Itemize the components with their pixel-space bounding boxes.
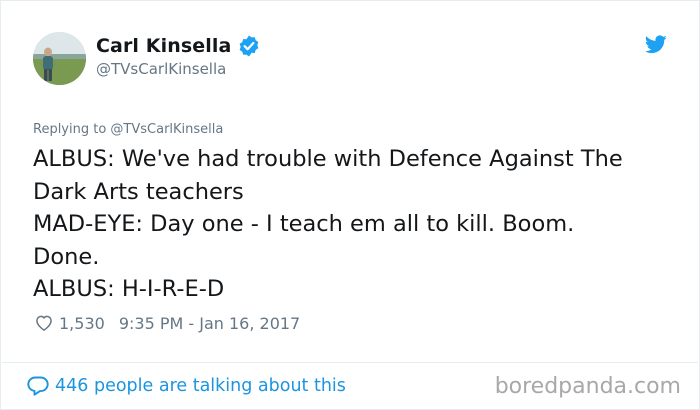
avatar[interactable] [33, 32, 86, 85]
conversation-link[interactable]: 446 people are talking about this [26, 374, 346, 398]
tweet-line: MAD-EYE: Day one - I teach em all to kil… [33, 211, 575, 237]
tweet-line: Dark Arts teachers [33, 178, 244, 205]
author-name-row: Carl Kinsella [96, 34, 261, 58]
author-handle[interactable]: @TVsCarlKinsella [96, 60, 261, 78]
tweet-card: Carl Kinsella @TVsCarlKinsella Replying … [0, 0, 700, 410]
conversation-link-label[interactable]: 446 people are talking about this [55, 376, 346, 396]
replying-to[interactable]: Replying to @TVsCarlKinsella [33, 122, 223, 137]
like-count[interactable]: 1,530 [59, 314, 105, 333]
author-display-name[interactable]: Carl Kinsella [96, 35, 231, 57]
heart-icon[interactable] [34, 313, 54, 333]
speech-bubble-icon [27, 376, 49, 396]
avatar-photo [33, 32, 86, 85]
divider [2, 362, 698, 363]
verified-badge-icon [239, 35, 259, 57]
tweet-line: Done. [33, 243, 100, 270]
author-info: Carl Kinsella @TVsCarlKinsella [96, 34, 261, 78]
tweet-meta: 1,530 9:35 PM - Jan 16, 2017 [34, 313, 300, 333]
tweet-line: ALBUS: We've had trouble with Defence Ag… [33, 146, 623, 172]
tweet-line: ALBUS: H-I-R-E-D [33, 276, 225, 302]
twitter-bird-icon[interactable] [645, 35, 667, 54]
watermark: boredpanda.com [494, 374, 681, 399]
tweet-timestamp[interactable]: 9:35 PM - Jan 16, 2017 [119, 314, 300, 333]
tweet-text: ALBUS: We've had trouble with Defence Ag… [33, 143, 673, 306]
